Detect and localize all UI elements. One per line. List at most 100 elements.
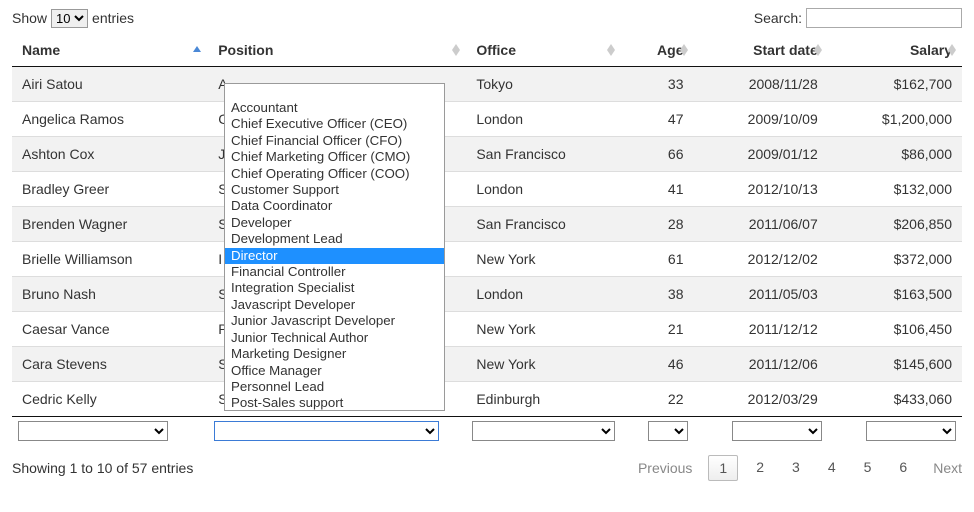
position-dropdown-list[interactable]: AccountantChief Executive Officer (CEO)C…: [224, 83, 445, 411]
table-row: Brielle WilliamsonINew York612012/12/02$…: [12, 242, 962, 277]
dropdown-option[interactable]: Chief Executive Officer (CEO): [225, 116, 444, 132]
cell-start-date: 2012/12/02: [694, 242, 828, 277]
table-row: Caesar VancePNew York212011/12/12$106,45…: [12, 312, 962, 347]
cell-start-date: 2008/11/28: [694, 67, 828, 102]
cell-name: Caesar Vance: [12, 312, 208, 347]
filter-name[interactable]: [18, 421, 168, 441]
cell-age: 47: [621, 102, 693, 137]
cell-office: London: [466, 277, 621, 312]
dropdown-option[interactable]: Junior Javascript Developer: [225, 313, 444, 329]
cell-office: San Francisco: [466, 137, 621, 172]
cell-salary: $433,060: [828, 382, 962, 417]
cell-age: 61: [621, 242, 693, 277]
sort-both-icon: [680, 44, 688, 56]
dropdown-option[interactable]: Junior Technical Author: [225, 330, 444, 346]
dropdown-option[interactable]: [225, 84, 444, 100]
search-box: Search:: [754, 8, 962, 28]
cell-name: Cedric Kelly: [12, 382, 208, 417]
cell-start-date: 2011/06/07: [694, 207, 828, 242]
sort-both-icon: [948, 44, 956, 56]
col-name[interactable]: Name: [12, 34, 208, 67]
dropdown-option[interactable]: Accountant: [225, 100, 444, 116]
page-button[interactable]: 6: [889, 455, 917, 481]
next-button[interactable]: Next: [933, 460, 962, 476]
length-menu: Show 10 entries: [12, 9, 134, 28]
cell-office: London: [466, 102, 621, 137]
filter-position[interactable]: [214, 421, 439, 441]
data-table: Name Position Office Age: [12, 34, 962, 445]
table-row: Cedric KellySEdinburgh222012/03/29$433,0…: [12, 382, 962, 417]
page-button[interactable]: 5: [854, 455, 882, 481]
page-button[interactable]: 1: [708, 455, 738, 481]
pagination: Previous 123456 Next: [638, 455, 962, 481]
show-label: Show: [12, 10, 47, 26]
dropdown-option[interactable]: Customer Support: [225, 182, 444, 198]
filter-office[interactable]: [472, 421, 615, 441]
header-row: Name Position Office Age: [12, 34, 962, 67]
table-row: Airi SatouATokyo332008/11/28$162,700: [12, 67, 962, 102]
dropdown-option[interactable]: Office Manager: [225, 363, 444, 379]
dropdown-option[interactable]: Integration Specialist: [225, 280, 444, 296]
cell-start-date: 2009/10/09: [694, 102, 828, 137]
dropdown-option[interactable]: Financial Controller: [225, 264, 444, 280]
dropdown-option[interactable]: Personnel Lead: [225, 379, 444, 395]
table-row: Brenden WagnerSSan Francisco282011/06/07…: [12, 207, 962, 242]
cell-office: Tokyo: [466, 67, 621, 102]
col-office[interactable]: Office: [466, 34, 621, 67]
cell-start-date: 2012/03/29: [694, 382, 828, 417]
search-input[interactable]: [806, 8, 962, 28]
page-button[interactable]: 3: [782, 455, 810, 481]
dropdown-option[interactable]: Chief Operating Officer (COO): [225, 166, 444, 182]
cell-start-date: 2012/10/13: [694, 172, 828, 207]
dropdown-option[interactable]: Director: [225, 248, 444, 264]
filter-age[interactable]: [648, 421, 688, 441]
cell-salary: $162,700: [828, 67, 962, 102]
col-salary[interactable]: Salary: [828, 34, 962, 67]
cell-start-date: 2011/05/03: [694, 277, 828, 312]
cell-name: Bradley Greer: [12, 172, 208, 207]
cell-salary: $163,500: [828, 277, 962, 312]
cell-office: New York: [466, 242, 621, 277]
filter-salary[interactable]: [866, 421, 956, 441]
cell-age: 33: [621, 67, 693, 102]
cell-start-date: 2009/01/12: [694, 137, 828, 172]
dropdown-option[interactable]: Chief Marketing Officer (CMO): [225, 149, 444, 165]
dropdown-option[interactable]: Chief Financial Officer (CFO): [225, 133, 444, 149]
dropdown-option[interactable]: Development Lead: [225, 231, 444, 247]
dropdown-option[interactable]: Marketing Designer: [225, 346, 444, 362]
cell-name: Bruno Nash: [12, 277, 208, 312]
dropdown-option[interactable]: Post-Sales support: [225, 395, 444, 411]
cell-age: 38: [621, 277, 693, 312]
table-info: Showing 1 to 10 of 57 entries: [12, 460, 193, 476]
previous-button[interactable]: Previous: [638, 460, 692, 476]
page-button[interactable]: 4: [818, 455, 846, 481]
dropdown-option[interactable]: Data Coordinator: [225, 198, 444, 214]
search-label: Search:: [754, 10, 802, 26]
cell-age: 28: [621, 207, 693, 242]
cell-name: Ashton Cox: [12, 137, 208, 172]
col-age[interactable]: Age: [621, 34, 693, 67]
dropdown-option[interactable]: Developer: [225, 215, 444, 231]
entries-select[interactable]: 10: [51, 9, 88, 28]
cell-name: Angelica Ramos: [12, 102, 208, 137]
entries-label: entries: [92, 10, 134, 26]
page-button[interactable]: 2: [746, 455, 774, 481]
cell-name: Airi Satou: [12, 67, 208, 102]
dropdown-option[interactable]: Javascript Developer: [225, 297, 444, 313]
cell-salary: $206,850: [828, 207, 962, 242]
col-start-date[interactable]: Start date: [694, 34, 828, 67]
table-row: Bradley GreerSLondon412012/10/13$132,000: [12, 172, 962, 207]
sort-asc-icon: [192, 45, 202, 55]
cell-salary: $106,450: [828, 312, 962, 347]
table-row: Ashton CoxJSan Francisco662009/01/12$86,…: [12, 137, 962, 172]
cell-age: 66: [621, 137, 693, 172]
cell-age: 41: [621, 172, 693, 207]
table-row: Angelica RamosCLondon472009/10/09$1,200,…: [12, 102, 962, 137]
cell-salary: $145,600: [828, 347, 962, 382]
cell-start-date: 2011/12/12: [694, 312, 828, 347]
cell-office: New York: [466, 312, 621, 347]
filter-start-date[interactable]: [732, 421, 822, 441]
sort-both-icon: [452, 44, 460, 56]
col-position[interactable]: Position: [208, 34, 466, 67]
cell-office: New York: [466, 347, 621, 382]
